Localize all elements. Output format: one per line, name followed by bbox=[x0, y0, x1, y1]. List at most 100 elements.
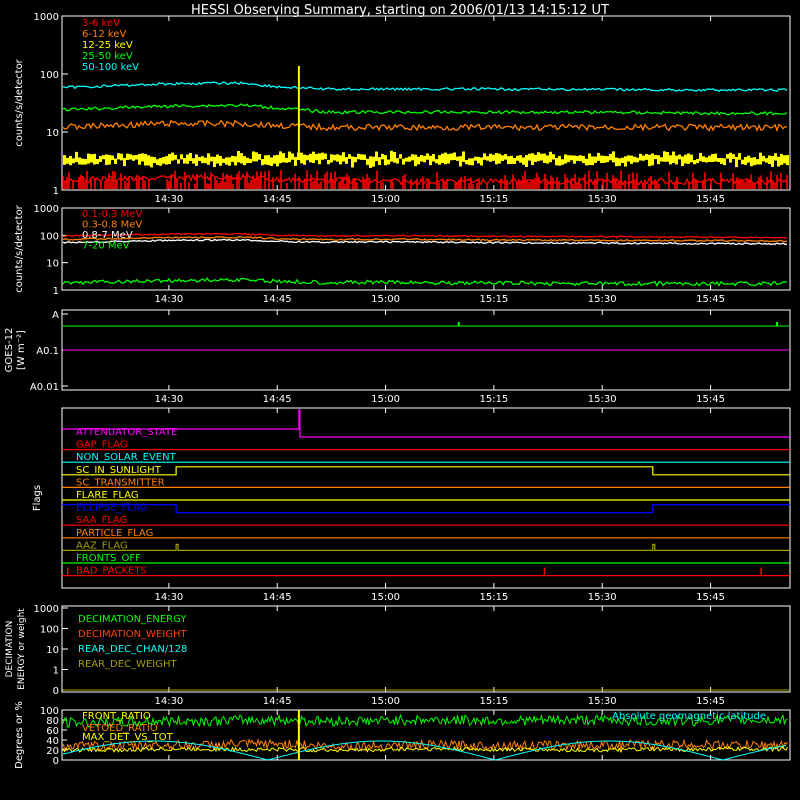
lo-energy-panel-series-yellow-block bbox=[387, 159, 390, 165]
lo-energy-panel-series-yellow-block bbox=[105, 154, 108, 166]
lo-energy-panel-legend-entry: 3-6 keV bbox=[82, 18, 120, 29]
panel-ylabel: Degrees or % bbox=[14, 701, 25, 769]
goes-panel-xtick-label: 15:30 bbox=[588, 394, 617, 405]
lo-energy-panel-series-yellow-block bbox=[450, 153, 453, 161]
lo-energy-panel-series-yellow-block bbox=[189, 152, 192, 162]
lo-energy-panel-series-yellow-block bbox=[372, 156, 375, 167]
decimation-panel-xtick-label: 14:45 bbox=[263, 696, 292, 707]
lo-energy-panel-series-yellow-block bbox=[600, 155, 603, 164]
lo-energy-panel-series-yellow-block bbox=[141, 153, 144, 162]
lo-energy-panel-series-yellow-block bbox=[378, 157, 381, 166]
lo-energy-panel-series-yellow-block bbox=[711, 154, 714, 163]
flags-panel-xtick-label: 14:45 bbox=[263, 592, 292, 603]
lo-energy-panel-series-yellow-block bbox=[771, 155, 774, 167]
lo-energy-panel-series-yellow-block bbox=[129, 154, 132, 160]
lo-energy-panel-series-yellow-block bbox=[651, 153, 654, 166]
lo-energy-panel-series-yellow-block bbox=[339, 155, 342, 165]
lo-energy-panel-series-yellow-block bbox=[258, 154, 261, 160]
lo-energy-panel-legend-entry: 50-100 keV bbox=[82, 62, 139, 73]
lo-energy-panel-series-yellow-block bbox=[321, 152, 324, 160]
lo-energy-panel-series-yellow-block bbox=[354, 156, 357, 163]
panel-ylabel: [W m⁻²] bbox=[16, 330, 27, 370]
lo-energy-panel-series-yellow-block bbox=[783, 155, 786, 164]
lo-energy-panel-series-yellow-block bbox=[324, 153, 327, 160]
lo-energy-panel-series-yellow-block bbox=[429, 155, 432, 166]
lo-energy-panel-series-yellow-block bbox=[624, 156, 627, 167]
lo-energy-panel-series-yellow-block bbox=[267, 155, 270, 166]
lo-energy-panel-series-yellow-block bbox=[411, 154, 414, 161]
lo-energy-panel-series-yellow-block bbox=[648, 154, 651, 167]
hi-energy-panel-ytick-label: 10 bbox=[46, 259, 59, 270]
flag-label: PARTICLE_FLAG bbox=[76, 528, 153, 539]
lo-energy-panel-series-yellow-block bbox=[633, 156, 636, 163]
lo-energy-panel-series-yellow-block bbox=[270, 157, 273, 167]
flags-panel-xtick-label: 15:15 bbox=[479, 592, 508, 603]
lo-energy-panel-series-yellow-block bbox=[777, 156, 780, 167]
flags-panel-xtick-label: 14:30 bbox=[154, 592, 183, 603]
lo-energy-panel-series-yellow-block bbox=[132, 155, 135, 161]
lo-energy-panel-series-yellow-block bbox=[672, 151, 675, 163]
decimation-panel-legend-entry: REAR_DEC_CHAN/128 bbox=[78, 644, 187, 655]
lo-energy-panel-xtick-label: 15:45 bbox=[696, 194, 725, 205]
lo-energy-panel-series-yellow-block bbox=[549, 151, 552, 163]
lo-energy-panel-series-yellow-block bbox=[384, 155, 387, 166]
lo-energy-panel-series-yellow-block bbox=[780, 153, 783, 165]
panel-ylabel: GOES-12 bbox=[4, 328, 15, 373]
ratios-panel-legend-entry: FRONT_RATIO bbox=[82, 711, 151, 722]
flag-label: FLARE_FLAG bbox=[76, 490, 139, 501]
lo-energy-panel-series-yellow-block bbox=[480, 157, 483, 166]
lo-energy-panel-series-yellow-block bbox=[612, 151, 615, 163]
lo-energy-panel-series-yellow-block bbox=[159, 157, 162, 166]
lo-energy-panel-series-yellow-block bbox=[420, 155, 423, 162]
goes-panel-xtick-label: 14:45 bbox=[263, 394, 292, 405]
hi-energy-panel-legend-entry: 0.3-0.8 MeV bbox=[82, 220, 142, 231]
flag-label: SC_IN_SUNLIGHT bbox=[76, 465, 162, 476]
lo-energy-panel-series-yellow-block bbox=[234, 156, 237, 166]
lo-energy-panel-series-yellow-block bbox=[567, 155, 570, 163]
lo-energy-panel-series-yellow-block bbox=[558, 156, 561, 166]
hi-energy-panel-legend-entry: 0.8-7 MeV bbox=[82, 230, 133, 241]
lo-energy-panel-series-yellow-block bbox=[675, 155, 678, 165]
lo-energy-panel-series-yellow-block bbox=[366, 158, 369, 165]
lo-energy-panel-series-yellow-block bbox=[534, 154, 537, 162]
lo-energy-panel-series-yellow-block bbox=[660, 157, 663, 162]
lo-energy-panel-series-yellow-block bbox=[186, 154, 189, 164]
lo-energy-panel-series-yellow-block bbox=[231, 155, 234, 162]
lo-energy-panel-series-yellow-block bbox=[471, 158, 474, 166]
lo-energy-panel-series-yellow-block bbox=[657, 155, 660, 165]
lo-energy-panel-series-yellow-block bbox=[111, 155, 114, 161]
goes-panel-xtick-label: 14:30 bbox=[154, 394, 183, 405]
hi-energy-panel-xtick-label: 15:15 bbox=[479, 294, 508, 305]
lo-energy-panel-series-yellow-block bbox=[678, 154, 681, 160]
flag-label: FRONTS_OFF bbox=[76, 553, 141, 564]
lo-energy-panel-series-yellow-block bbox=[285, 157, 288, 163]
lo-energy-panel-series-yellow-block bbox=[453, 152, 456, 161]
lo-energy-panel-xtick-label: 14:45 bbox=[263, 194, 292, 205]
lo-energy-panel-series-yellow-block bbox=[627, 155, 630, 162]
decimation-panel-xtick-label: 15:15 bbox=[479, 696, 508, 707]
lo-energy-panel-series-yellow-block bbox=[138, 153, 141, 165]
flags-panel-xtick-label: 15:30 bbox=[588, 592, 617, 603]
ratios-panel-ytick-label: 60 bbox=[46, 726, 59, 737]
lo-energy-panel-series-yellow-block bbox=[348, 154, 351, 159]
lo-energy-panel-series-yellow-block bbox=[279, 151, 282, 164]
lo-energy-panel-series-yellow-block bbox=[528, 153, 531, 161]
lo-energy-panel-series-yellow-block bbox=[636, 157, 639, 163]
lo-energy-panel-series-yellow-block bbox=[393, 151, 396, 163]
lo-energy-panel-series-yellow-block bbox=[750, 157, 753, 167]
ratios-panel-ytick-label: 100 bbox=[40, 706, 59, 717]
lo-energy-panel-series-yellow-block bbox=[147, 155, 150, 166]
lo-energy-panel-series-yellow-block bbox=[435, 159, 438, 164]
lo-energy-panel-series-yellow-block bbox=[126, 153, 129, 160]
goes-panel-xtick-label: 15:45 bbox=[696, 394, 725, 405]
lo-energy-panel-series-yellow-block bbox=[474, 156, 477, 161]
hi-energy-panel-xtick-label: 15:30 bbox=[588, 294, 617, 305]
lo-energy-panel-series-yellow-block bbox=[501, 155, 504, 162]
lo-energy-panel-series-yellow-block bbox=[459, 156, 462, 167]
decimation-panel-legend-entry: DECIMATION_WEIGHT bbox=[78, 629, 187, 640]
hi-energy-panel-legend-entry: 7-20 MeV bbox=[82, 241, 130, 252]
lo-energy-panel-series-yellow-block bbox=[516, 155, 519, 161]
goes-panel-blip bbox=[457, 322, 460, 326]
lo-energy-panel-series-yellow-block bbox=[213, 156, 216, 168]
decimation-panel-xtick-label: 15:00 bbox=[371, 696, 400, 707]
